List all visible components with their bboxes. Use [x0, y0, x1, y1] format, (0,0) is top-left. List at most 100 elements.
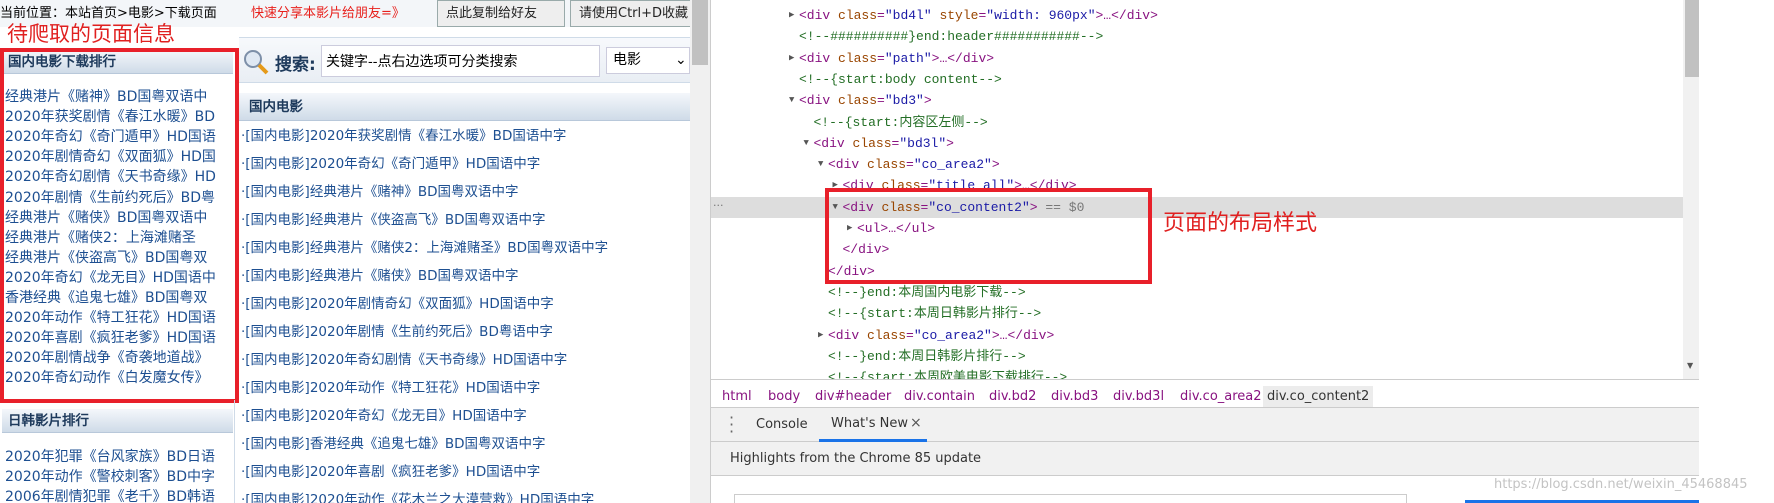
chevron-down-icon: ⌄: [675, 52, 687, 68]
dom-node-row[interactable]: <!--{start:本周日韩影片排行-->: [711, 303, 1683, 324]
dom-node-row[interactable]: ▼ <div class="co_area2">: [711, 154, 1683, 175]
attr-equals: =: [906, 327, 914, 343]
dom-node-row[interactable]: <!--{start:内容区左侧-->: [711, 112, 1683, 133]
divider: [234, 400, 235, 503]
tab-console[interactable]: Console: [756, 408, 808, 442]
attr-name: class: [830, 50, 878, 66]
breadcrumb-item[interactable]: html: [720, 386, 754, 407]
breadcrumb-item[interactable]: div.contain: [902, 386, 977, 407]
code-comment: <!--}end:本周日韩影片排行-->: [828, 348, 1026, 364]
movie-link[interactable]: ·[国内电影]香港经典《追鬼七雄》BD国粤双语中字: [241, 434, 545, 454]
movie-link[interactable]: ·[国内电影]经典港片《赌侠2：上海滩赌圣》BD国粤双语中字: [241, 238, 608, 258]
dom-node-code: <!--{start:本周欧美电影下载排行-->: [828, 367, 1067, 379]
movie-link[interactable]: ·[国内电影]经典港片《侠盗高飞》BD国粤双语中字: [241, 210, 545, 230]
search-input[interactable]: [321, 45, 600, 77]
bookmark-button[interactable]: 请使用Ctrl+D收藏: [570, 0, 690, 27]
movie-link[interactable]: ·[国内电影]2020年动作《花木兰之大漠营救》HD国语中字: [241, 490, 594, 503]
expanded-arrow-icon[interactable]: ▼: [818, 154, 823, 175]
sidebar-movie-link[interactable]: 2020年犯罪《台风家族》BD日语: [5, 447, 233, 467]
breadcrumb-item[interactable]: div.bd3: [1049, 386, 1100, 407]
dom-node-row[interactable]: ▶ <div class="bd4l" style="width: 960px">…: [711, 5, 1683, 26]
attr-value: "bd4l": [884, 8, 932, 23]
sidebar-movie-link[interactable]: 2006年剧情犯罪《老千》BD韩语: [5, 487, 233, 503]
dom-node-row[interactable]: <!--}end:本周国内电影下载-->: [711, 282, 1683, 303]
breadcrumb-item[interactable]: div.co_content2: [1263, 386, 1374, 407]
dom-node-row[interactable]: <!--##########}end:header###########-->: [711, 26, 1683, 47]
collapsed-arrow-icon[interactable]: ▶: [789, 48, 794, 69]
attr-name: class: [844, 135, 892, 151]
copy-to-friend-button[interactable]: 点此复制给好友: [437, 0, 565, 27]
tab-whats-new-label: What's New: [831, 416, 908, 431]
attr-value: "width: 960px": [986, 8, 1096, 23]
dom-node-code: <div class="bd3l">: [814, 133, 954, 154]
movie-link[interactable]: ·[国内电影]经典港片《赌侠》BD国粤双语中字: [241, 266, 518, 286]
highlight-box-layout: [825, 188, 1152, 284]
dom-node-row[interactable]: ▶ <div class="co_area2">…</div>: [711, 325, 1683, 346]
dom-node-row[interactable]: ▼ <div class="bd3">: [711, 90, 1683, 111]
movie-link[interactable]: ·[国内电影]2020年获奖剧情《春江水暖》BD国语中字: [241, 126, 566, 146]
movie-link[interactable]: ·[国内电影]2020年奇幻剧情《天书奇缘》HD国语中字: [241, 350, 567, 370]
attr-value: "co_area2": [913, 327, 992, 343]
dom-node-row[interactable]: <!--{start:body content-->: [711, 69, 1683, 90]
attr-name: class: [830, 93, 878, 109]
watermark: https://blog.csdn.net/weixin_45468845: [1494, 477, 1748, 492]
sidebar-jpkr-title: 日韩影片排行: [2, 409, 233, 433]
tag-name: <div: [813, 135, 845, 151]
tag-close: >: [991, 157, 1000, 173]
movie-link[interactable]: ·[国内电影]2020年喜剧《疯狂老爹》HD国语中字: [241, 462, 540, 482]
attr-equals: =: [877, 8, 885, 23]
close-icon[interactable]: ×: [910, 408, 922, 438]
page-scrollbar-thumb[interactable]: [692, 0, 708, 65]
dom-node-code: <!--{start:内容区左侧-->: [814, 112, 988, 133]
dom-node-code: <div class="co_area2">…</div>: [828, 325, 1054, 346]
elements-scrollbar-thumb[interactable]: [1685, 0, 1699, 77]
sidebar-movie-link[interactable]: 2020年动作《警校刺客》BD中字: [5, 467, 233, 487]
tag-name: <div: [799, 93, 831, 109]
search-label: 搜索:: [275, 55, 316, 75]
dom-node-row[interactable]: ▶ <div class="path">…</div>: [711, 48, 1683, 69]
page-scrollbar[interactable]: [690, 0, 710, 503]
drawer-menu-icon[interactable]: · · ·: [729, 410, 734, 440]
code-comment: <!--{start:本周日韩影片排行-->: [828, 306, 1042, 322]
collapsed-arrow-icon[interactable]: ▶: [818, 325, 823, 346]
tag-name: <div: [799, 8, 831, 23]
movie-link[interactable]: ·[国内电影]经典港片《赌神》BD国粤双语中字: [241, 182, 518, 202]
expanded-arrow-icon[interactable]: ▼: [804, 133, 809, 154]
share-link[interactable]: 快速分享本影片给朋友=》: [251, 0, 405, 27]
dom-node-row[interactable]: <!--{start:本周欧美电影下载排行-->: [711, 367, 1683, 379]
attr-name: style: [931, 8, 979, 23]
dom-node-row[interactable]: ▼ <div class="bd3l">: [711, 133, 1683, 154]
dom-node-code: <!--##########}end:header###########-->: [799, 26, 1103, 47]
ellipsis-icon[interactable]: ...: [713, 196, 724, 209]
scroll-down-arrow-icon[interactable]: ▼: [1687, 361, 1693, 370]
dom-node-code: <!--{start:body content-->: [799, 69, 1002, 90]
breadcrumb-item[interactable]: div.co_area2: [1178, 386, 1264, 407]
movie-link[interactable]: ·[国内电影]2020年奇幻《奇门遁甲》HD国语中字: [241, 154, 540, 174]
movie-link[interactable]: ·[国内电影]2020年奇幻《龙无目》HD国语中字: [241, 406, 527, 426]
breadcrumb-item[interactable]: div.bd2: [987, 386, 1038, 407]
tag-close: >…</div>: [1095, 8, 1158, 23]
code-comment: <!--##########}end:header###########-->: [799, 29, 1104, 45]
movie-link[interactable]: ·[国内电影]2020年动作《特工狂花》HD国语中字: [241, 378, 540, 398]
annotation-scrape-target: 待爬取的页面信息: [7, 22, 175, 46]
movie-link[interactable]: ·[国内电影]2020年剧情《生前约死后》BD粤语中字: [241, 322, 553, 342]
attr-name: class: [830, 8, 878, 23]
whats-new-card: [734, 494, 1407, 503]
breadcrumb-item[interactable]: body: [766, 386, 802, 407]
breadcrumb-item[interactable]: div#header: [813, 386, 893, 407]
breadcrumb-item[interactable]: div.bd3l: [1111, 386, 1166, 407]
tag-name: <div: [828, 157, 860, 173]
collapsed-arrow-icon[interactable]: ▶: [789, 5, 794, 26]
expanded-arrow-icon[interactable]: ▼: [789, 90, 794, 111]
dom-node-code: <!--}end:本周日韩影片排行-->: [828, 346, 1026, 367]
search-icon: [244, 50, 269, 75]
attr-name: class: [859, 157, 907, 173]
elements-scrollbar[interactable]: ▼: [1683, 0, 1699, 379]
dom-node-code: <!--{start:本周日韩影片排行-->: [828, 303, 1041, 324]
search-category-select[interactable]: 电影 ⌄: [606, 47, 690, 74]
movie-link[interactable]: ·[国内电影]2020年剧情奇幻《双面狐》HD国语中字: [241, 294, 554, 314]
dom-node-code: <div class="path">…</div>: [799, 48, 994, 69]
dom-node-row[interactable]: <!--}end:本周日韩影片排行-->: [711, 346, 1683, 367]
annotation-layout: 页面的布局样式: [1163, 211, 1318, 236]
tab-whats-new[interactable]: What's New ×: [819, 408, 927, 442]
